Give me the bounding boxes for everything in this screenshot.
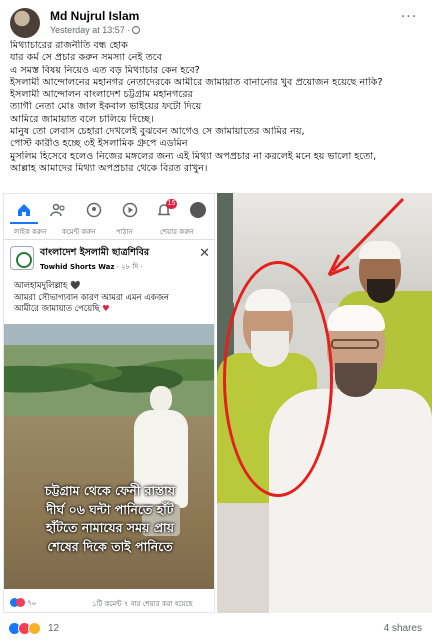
caption-line: এ সমস্ত বিষয় নিয়েও এত বড় মিথ্যাচার কে…: [10, 64, 200, 76]
post-footer: 12 4 shares: [0, 618, 432, 640]
caption-line: ইসলামী আন্দোলন বাংলাদেশ চট্টগ্রাম মহানগর…: [10, 89, 193, 101]
post-caption: মিথ্যাচারের রাজনীতি বন্ধ হোক যার কর্ম সে…: [10, 40, 426, 175]
caption-line: ইসলামী আন্দোলনের মহানগর নেতাদেরকে আমীরে …: [10, 76, 383, 88]
author-name[interactable]: Md Nujrul Islam: [50, 9, 139, 23]
caption-line: আমিরে জামায়াত বলে চালিয়ে দিচ্ছে।: [10, 113, 154, 125]
group-post-line-text: আমীরে জামায়াত পেয়েছি: [14, 303, 103, 313]
overlay-line: চট্টগ্রাম থেকে ফেনী রাস্তায়: [44, 483, 176, 498]
caption-line: পোস্ট কারীও হচ্ছে ৩ই ইসলামিক গ্রুপে এডমি…: [10, 138, 188, 150]
friends-icon: [50, 203, 65, 217]
group-post-time: · ২৮ দি ·: [114, 263, 143, 271]
group-post-line: আমীরে জামায়াত পেয়েছি ♥: [14, 303, 210, 315]
caption-line: যার কর্ম সে প্রচার করুন সমস্যা নেই তবে: [10, 52, 162, 64]
post-time[interactable]: Yesterday at 13:57 ·: [50, 25, 141, 35]
profile-icon: [190, 202, 206, 218]
group-post-text: আলহামদুলিল্লাহ 🖤 আমরা সৌভাগ্যবান কারণ আম…: [14, 280, 210, 315]
person-head: [150, 386, 172, 412]
post-header: Md Nujrul Islam Yesterday at 13:57 · ···: [10, 6, 422, 40]
group-post-line: আলহামদুলিল্লাহ 🖤: [14, 280, 81, 290]
heart-icon: ♥: [102, 303, 110, 313]
caption-line: মুসলিম হিসেবে হলেও নিজের মঙ্গলের জন্য এই…: [10, 150, 377, 162]
overlay-line: হাঁটতে নামাযের সময় প্রায়: [45, 520, 175, 535]
post-media[interactable]: 15 লাইক করুন কমেন্ট করুন পাঠান শেয়ার কর…: [0, 193, 432, 613]
like-action: লাইক করুন: [14, 228, 47, 236]
share-count[interactable]: 4 shares: [384, 623, 422, 634]
love-reaction-icon: [16, 598, 25, 607]
caption-line: ত্যাগী নেতা মোঃ জাল ইকবাল ভাইয়ের ফটো দি…: [10, 101, 202, 113]
post-time-text[interactable]: Yesterday at 13:57 ·: [50, 25, 130, 35]
reaction-count[interactable]: 12: [48, 623, 59, 634]
flood-photo: চট্টগ্রাম থেকে ফেনী রাস্তায় দীর্ঘ ০৬ ঘন…: [4, 324, 214, 589]
group-logo: [10, 246, 34, 270]
facebook-post: Md Nujrul Islam Yesterday at 13:57 · ···…: [0, 0, 432, 640]
home-icon: [18, 204, 30, 216]
share-action: শেয়ার করুন: [160, 228, 194, 236]
photo-overlay-text: চট্টগ্রাম থেকে ফেনী রাস্তায় দীর্ঘ ০৬ ঘন…: [4, 482, 214, 556]
groups-icon: [86, 202, 102, 218]
red-arrow-annotation: [327, 197, 405, 277]
notification-badge: 15: [166, 199, 177, 209]
group-post-author: Towhid Shorts Waz: [40, 263, 115, 271]
screenshot-action-bar: লাইক করুন কমেন্ট করুন পাঠান শেয়ার করুন: [4, 224, 214, 240]
screenshot-reactions: ৭০: [10, 597, 36, 609]
screenshot-footer: ৭০ ১টি কমেন্ট ৭ বার শেয়ার করা হয়েছে: [4, 592, 214, 612]
watch-icon: [122, 202, 138, 218]
screenshot-nav-bar: 15: [4, 199, 214, 224]
close-icon: ✕: [199, 246, 210, 261]
group-post-line: আমরা সৌভাগ্যবান কারণ আমরা এমন একজন: [14, 291, 169, 302]
screenshot-panel[interactable]: 15 লাইক করুন কমেন্ট করুন পাঠান শেয়ার কর…: [3, 193, 215, 613]
overlay-line: দীর্ঘ ০৬ ঘন্টা পানিতে হাঁট: [46, 501, 174, 517]
group-post-meta: Towhid Shorts Waz · ২৮ দি ·: [40, 261, 143, 273]
globe-icon: [132, 26, 141, 34]
send-action: পাঠান: [116, 228, 133, 236]
screenshot-comment-share-count: ১টি কমেন্ট ৭ বার শেয়ার করা হয়েছে: [92, 600, 193, 608]
group-name: বাংলাদেশ ইসলামী ছাত্রশিবির: [40, 247, 150, 258]
group-post-header: বাংলাদেশ ইসলামী ছাত্রশিবির Towhid Shorts…: [4, 242, 214, 278]
wow-reaction-icon: [28, 622, 41, 635]
more-options-button[interactable]: ···: [398, 10, 420, 26]
author-avatar[interactable]: [10, 8, 40, 38]
caption-line: আল্লাহ আমাদের মিথ্যা অপপ্রচার থেকে বিরত …: [10, 162, 208, 174]
photo-panel[interactable]: [217, 193, 432, 613]
caption-line: মিথ্যাচারের রাজনীতি বন্ধ হোক: [10, 40, 128, 51]
overlay-line: শেষের দিকে তাই পানিতে: [47, 538, 173, 554]
caption-line: মানুষ তো লেবাস চেহারা দেখলেই বুঝবেন আগেও…: [10, 126, 305, 138]
comment-action: কমেন্ট করুন: [62, 228, 96, 236]
screenshot-reaction-count: ৭০: [27, 599, 37, 607]
